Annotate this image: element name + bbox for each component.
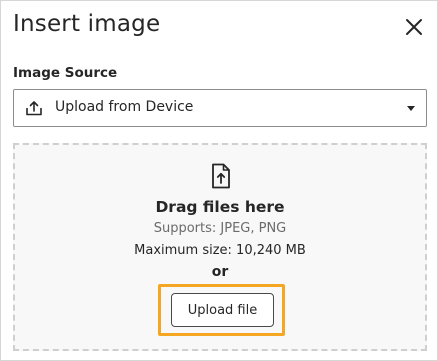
insert-image-dialog: Insert image Image Source Upload from De… [0,0,438,361]
close-icon [406,19,422,35]
dialog-title: Insert image [13,11,161,37]
image-source-value: Upload from Device [55,99,194,115]
file-dropzone[interactable]: Drag files here Supports: JPEG, PNG Maxi… [13,143,427,351]
or-separator: or [211,264,229,280]
max-file-size: Maximum size: 10,240 MB [134,243,306,258]
image-source-select[interactable]: Upload from Device [13,89,427,127]
upload-icon [26,101,42,116]
upload-file-button[interactable]: Upload file [171,293,274,327]
supported-formats: Supports: JPEG, PNG [153,221,287,236]
dropzone-title: Drag files here [155,198,285,216]
image-source-label: Image Source [13,65,118,81]
chevron-down-icon [407,106,415,111]
upload-document-icon [212,163,230,189]
close-button[interactable] [403,16,425,38]
